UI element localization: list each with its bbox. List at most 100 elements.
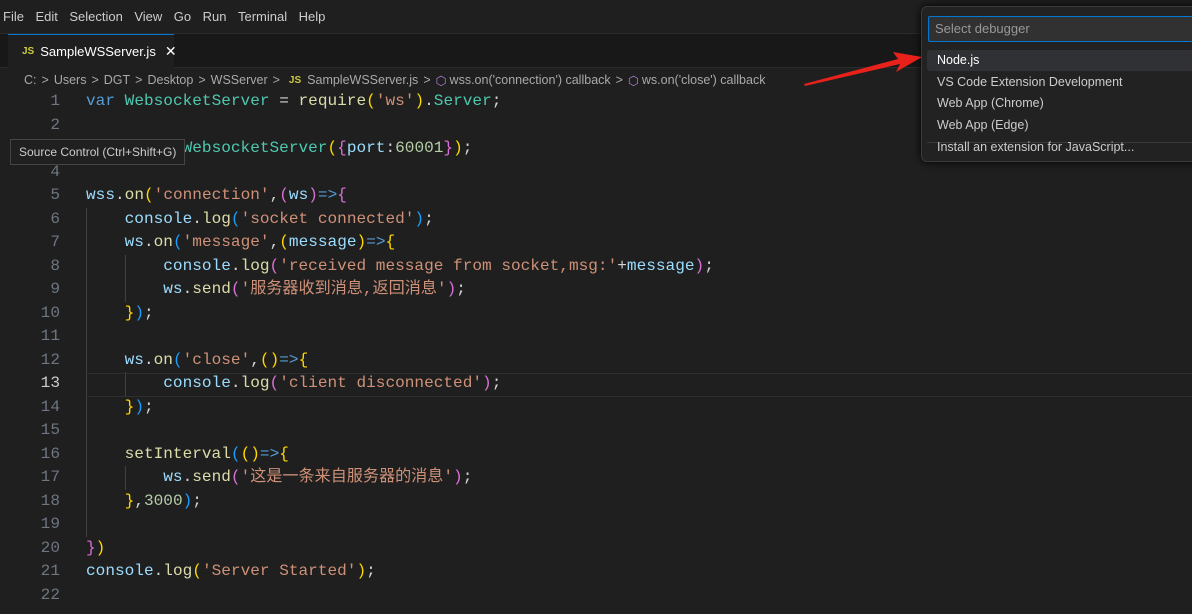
code-line[interactable]: 7 ws.on('message',(message)=>{ [0,231,1192,255]
code-token: ; [491,92,502,110]
code-token: WebsocketServer [124,92,270,110]
breadcrumb-symbol[interactable]: ws.on('close') callback [642,73,766,87]
code-token: . [114,186,125,204]
tab-samplewsserver[interactable]: JS SampleWSServer.js ✕ [8,34,177,68]
code-token: WebsocketServer [182,139,328,157]
code-line[interactable]: 21 console.log('Server Started'); [0,560,1192,584]
line-number: 12 [40,350,60,369]
code-token: 3000 [143,491,183,510]
code-editor[interactable]: 1 var WebsocketServer = require('ws').Ser… [0,90,920,614]
code-token: ws [163,468,183,486]
chevron-right-icon: > [615,73,623,87]
code-token: } [124,397,135,416]
option-web-app-chrome[interactable]: Web App (Chrome) [927,93,1192,114]
option-install-extension[interactable]: Install an extension for JavaScript... [927,137,1192,158]
code-line[interactable]: 10 }); [0,302,1192,326]
code-token: => [317,186,338,204]
code-line[interactable]: 16 setInterval(()=>{ [0,443,1192,467]
code-token: . [192,209,202,228]
js-file-icon: JS [22,46,35,57]
js-file-icon: JS [288,74,302,86]
code-token: , [134,491,144,510]
breadcrumb-item[interactable]: Desktop [147,73,193,87]
code-token: 'received message from socket,msg:' [279,256,618,275]
breadcrumb-file[interactable]: SampleWSServer.js [307,73,418,87]
breadcrumb-symbol[interactable]: wss.on('connection') callback [450,73,611,87]
breadcrumb-item[interactable]: WSServer [211,73,268,87]
code-line[interactable]: 12 ws.on('close',()=>{ [0,349,1192,373]
code-token: ) [356,562,367,580]
close-icon[interactable]: ✕ [165,43,177,60]
code-token: } [86,538,96,557]
line-number: 9 [50,280,60,298]
code-line[interactable]: 20}) [0,537,1192,561]
menu-view[interactable]: View [134,9,162,24]
code-token: 'socket connected' [240,209,415,228]
code-token: ( [172,233,183,251]
code-token: ( [279,186,289,204]
line-number: 18 [40,491,60,510]
code-token: 'Server Started' [201,562,357,580]
option-web-app-edge[interactable]: Web App (Edge) [927,115,1192,136]
code-token: console [86,562,154,580]
line-number: 15 [40,421,60,439]
code-token: : [385,139,396,157]
breadcrumb-item[interactable]: Users [54,73,87,87]
menu-selection[interactable]: Selection [69,9,122,24]
code-token: ( [279,233,289,251]
code-line[interactable]: 19 [0,513,1192,537]
menu-run[interactable]: Run [203,9,227,24]
option-nodejs[interactable]: Node.js [927,50,1192,71]
code-token: ; [143,303,154,322]
code-text: var WebsocketServer = require('ws').Serv… [86,90,501,114]
code-token: { [337,186,347,204]
code-token: ) [134,397,144,416]
code-token: => [366,233,386,251]
code-line[interactable]: 14 }); [0,396,1192,420]
code-token: ) [250,444,260,463]
code-line[interactable]: 6 console.log('socket connected'); [0,208,1192,232]
code-line[interactable]: 5 wss.on('connection',(ws)=>{ [0,184,1192,208]
code-line[interactable]: 22 [0,584,1192,608]
select-debugger-input[interactable]: Select debugger [928,16,1192,42]
breadcrumb-item[interactable]: C: [24,73,37,87]
symbol-method-icon: ⬡ [627,73,639,88]
code-token: 'ws' [375,92,415,110]
chevron-right-icon: > [423,73,431,87]
menu-edit[interactable]: Edit [35,9,57,24]
code-token: ) [414,209,425,228]
menu-terminal[interactable]: Terminal [238,9,287,24]
code-line[interactable]: 9 ws.send('服务器收到消息,返回消息'); [0,278,1192,302]
code-text: console.log('Server Started'); [86,560,376,584]
menu-file[interactable]: File [3,9,24,24]
breadcrumb-item[interactable]: DGT [104,73,130,87]
indent-guide [124,254,126,302]
menu-go[interactable]: Go [174,9,191,24]
option-vscode-extension-development[interactable]: VS Code Extension Development [927,72,1192,93]
code-line[interactable]: 15 [0,419,1192,443]
code-token: ( [192,562,202,580]
code-token: ; [143,397,154,416]
menu-help[interactable]: Help [299,9,326,24]
code-token: ws [124,233,144,251]
code-text: ws.on('close',()=>{ [86,349,309,373]
code-token: . [182,468,193,486]
line-number: 22 [40,585,60,604]
code-token: 'message' [182,233,270,251]
line-number: 20 [40,538,60,557]
code-line[interactable]: 17 ws.send('这是一条来自服务器的消息'); [0,466,1192,490]
code-line[interactable]: 8 console.log('received message from soc… [0,255,1192,279]
code-text: setInterval(()=>{ [86,443,289,467]
code-text: }); [86,396,154,420]
code-token: '这是一条来自服务器的消息' [240,468,454,486]
code-token: ) [453,468,463,486]
code-token: on [153,233,173,251]
code-line[interactable]: 18 },3000); [0,490,1192,514]
code-line[interactable]: 11 [0,325,1192,349]
tab-label: SampleWSServer.js [40,44,156,59]
code-token: , [269,186,280,204]
code-token: var [86,92,115,110]
